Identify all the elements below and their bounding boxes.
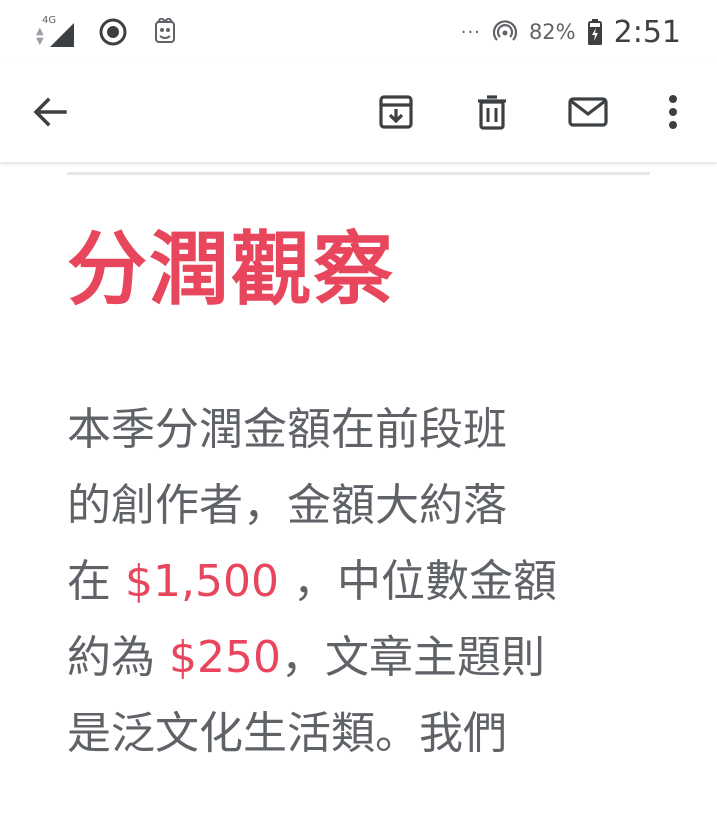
line-text: ，中位數金額 bbox=[278, 556, 557, 607]
article-paragraph: 本季分潤金額在前段班 的創作者，金額大約落 在 $1,500 ，中位數金額 約為… bbox=[67, 392, 667, 772]
line-text: ，文章主題則 bbox=[280, 632, 545, 683]
high-amount-highlight: $1,500 bbox=[125, 556, 279, 607]
status-bar: 4G ▲ ▼ ··· 82% 2:51 bbox=[0, 0, 717, 64]
line-text: 約為 bbox=[67, 632, 169, 683]
battery-charging-icon bbox=[587, 19, 602, 45]
status-bar-right: ··· 82% 2:51 bbox=[461, 15, 681, 50]
paragraph-line: 是泛文化生活類。我們 bbox=[67, 696, 667, 772]
trash-icon bbox=[478, 95, 506, 130]
back-arrow-icon bbox=[33, 97, 67, 127]
more-vert-icon bbox=[669, 95, 677, 129]
line-text: 的創作者，金額大約落 bbox=[67, 480, 507, 531]
archive-icon bbox=[379, 95, 413, 129]
status-bar-left: 4G ▲ ▼ bbox=[36, 15, 178, 47]
battery-percent: 82% bbox=[528, 20, 576, 44]
paragraph-line: 約為 $250，文章主題則 bbox=[67, 620, 667, 696]
app-notification-icon bbox=[155, 18, 175, 43]
mark-unread-button[interactable] bbox=[558, 82, 618, 142]
hotspot-icon bbox=[492, 20, 517, 41]
line-text: 是泛文化生活類。我們 bbox=[67, 708, 507, 759]
median-amount-highlight: $250 bbox=[169, 632, 281, 683]
clock: 2:51 bbox=[613, 14, 681, 50]
signal-icon: 4G ▲ ▼ bbox=[36, 15, 74, 47]
paragraph-line: 在 $1,500 ，中位數金額 bbox=[67, 544, 667, 620]
line-text: 在 bbox=[67, 556, 125, 607]
delete-button[interactable] bbox=[462, 82, 522, 142]
message-toolbar bbox=[0, 64, 717, 162]
media-record-icon bbox=[99, 18, 127, 46]
archive-button[interactable] bbox=[366, 82, 426, 142]
line-text: 本季分潤金額在前段班 bbox=[67, 404, 507, 455]
paragraph-line: 本季分潤金額在前段班 bbox=[67, 392, 667, 468]
more-options-button[interactable] bbox=[643, 82, 703, 142]
back-button[interactable] bbox=[20, 82, 80, 142]
paragraph-line: 的創作者，金額大約落 bbox=[67, 468, 667, 544]
overflow-notifications: ··· bbox=[460, 21, 481, 43]
mail-icon bbox=[568, 97, 608, 127]
article-heading: 分潤觀察 bbox=[67, 223, 395, 316]
data-arrows-icon: ▲ ▼ bbox=[36, 26, 44, 47]
content-divider bbox=[67, 172, 650, 175]
